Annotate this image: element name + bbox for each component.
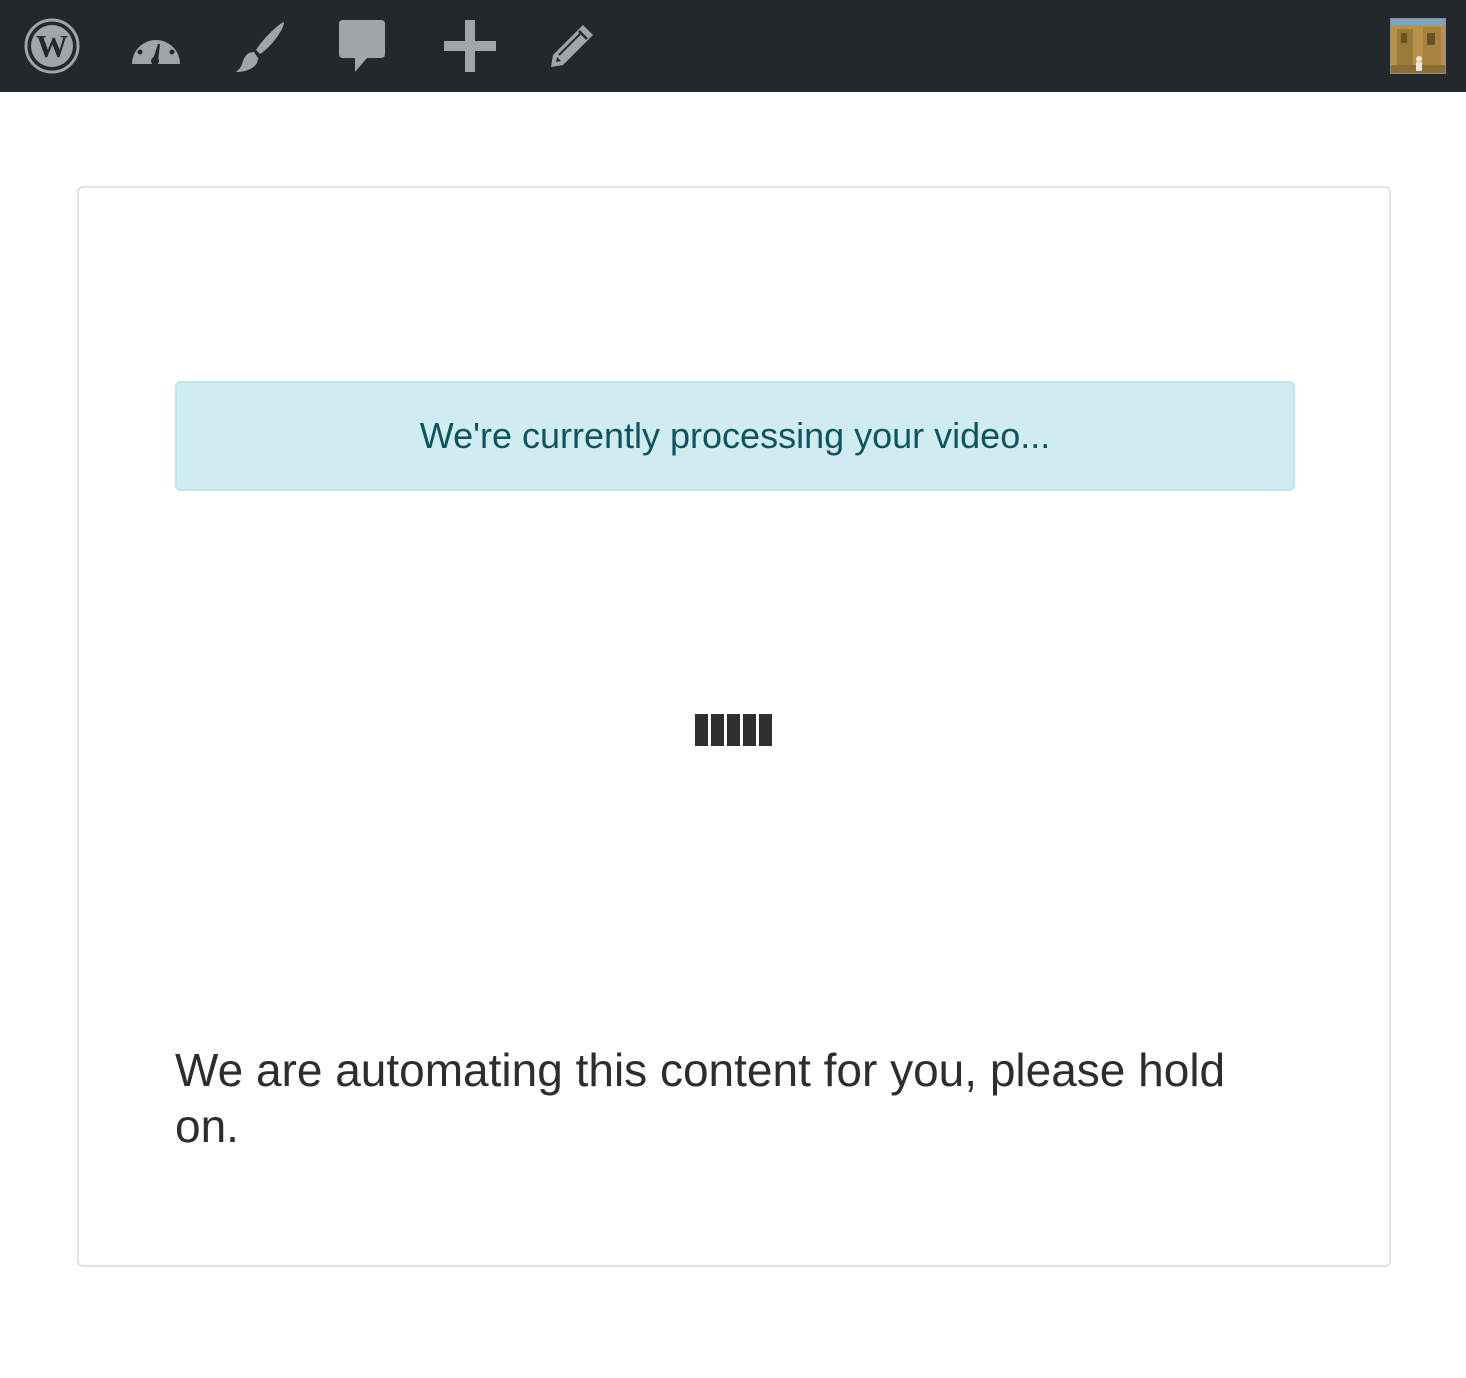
svg-text:W: W <box>36 28 68 64</box>
processing-alert-text: We're currently processing your video... <box>419 415 1051 456</box>
loading-indicator <box>695 714 772 746</box>
user-avatar[interactable] <box>1390 18 1446 74</box>
admin-bar: W <box>0 0 1466 92</box>
comments-icon[interactable] <box>330 14 394 78</box>
loader-bar <box>759 714 772 746</box>
new-content-plus-icon[interactable] <box>438 14 502 78</box>
customize-brush-icon[interactable] <box>228 14 292 78</box>
wordpress-logo-icon[interactable]: W <box>20 14 84 78</box>
automation-message: We are automating this content for you, … <box>175 1044 1226 1152</box>
loader-bar <box>695 714 708 746</box>
edit-pencil-icon[interactable] <box>540 14 604 78</box>
loader-bar <box>711 714 724 746</box>
loader-bar <box>743 714 756 746</box>
dashboard-icon[interactable] <box>124 14 188 78</box>
processing-card: We're currently processing your video...… <box>77 186 1391 1267</box>
processing-alert: We're currently processing your video... <box>175 381 1295 491</box>
loader-bar <box>727 714 740 746</box>
